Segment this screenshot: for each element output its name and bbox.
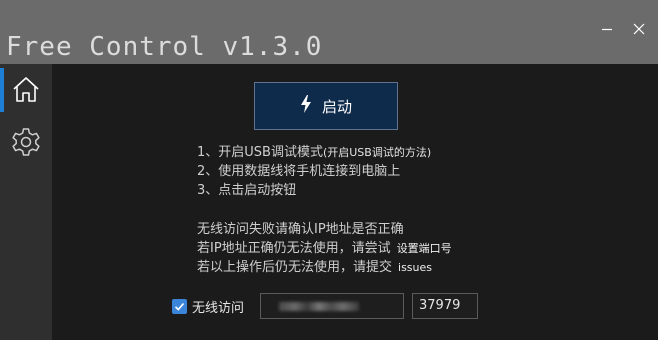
- lightning-icon: [300, 95, 312, 117]
- step-1: 1、开启USB调试模式(开启USB调试的方法): [197, 143, 431, 162]
- wireless-row: 无线访问 37979: [172, 292, 479, 320]
- wireless-tips: 无线访问失败请确认IP地址是否正确 若IP地址正确仍无法使用，请尝试 设置端口号 …: [197, 220, 452, 277]
- minimize-button[interactable]: [598, 20, 616, 38]
- start-button-label: 启动: [321, 97, 352, 116]
- instructions: 1、开启USB调试模式(开启USB调试的方法) 2、使用数据线将手机连接到电脑上…: [197, 143, 431, 200]
- wireless-label[interactable]: 无线访问: [192, 297, 244, 316]
- tip-3: 若以上操作后仍无法使用，请提交 issues: [197, 258, 452, 277]
- main-panel: 启动 1、开启USB调试模式(开启USB调试的方法) 2、使用数据线将手机连接到…: [52, 64, 658, 340]
- step-3: 3、点击启动按钮: [197, 183, 297, 198]
- usb-debug-help-link[interactable]: (开启USB调试的方法): [323, 146, 431, 159]
- wireless-checkbox[interactable]: [172, 297, 187, 316]
- tip-1: 无线访问失败请确认IP地址是否正确: [197, 222, 404, 237]
- step-1-text: 1、开启USB调试模式: [197, 145, 323, 160]
- tip-2-text: 若IP地址正确仍无法使用，请尝试: [197, 241, 391, 256]
- set-port-link[interactable]: 设置端口号: [397, 242, 452, 255]
- gear-icon: [10, 126, 42, 158]
- app-title: Free Control v1.3.0: [6, 32, 323, 62]
- home-icon: [11, 75, 41, 105]
- close-icon: [630, 20, 648, 38]
- step-2: 2、使用数据线将手机连接到电脑上: [197, 164, 401, 179]
- title-bar[interactable]: Free Control v1.3.0: [0, 0, 658, 64]
- close-button[interactable]: [630, 20, 648, 38]
- sidebar-item-home[interactable]: [0, 64, 52, 116]
- issues-link[interactable]: issues: [398, 261, 432, 274]
- start-button[interactable]: 启动: [254, 82, 398, 130]
- port-input[interactable]: 37979: [412, 293, 479, 319]
- tip-3-text: 若以上操作后仍无法使用，请提交: [197, 260, 393, 275]
- sidebar: [0, 64, 52, 340]
- ip-address-blurred: [279, 302, 360, 311]
- sidebar-item-settings[interactable]: [0, 116, 52, 168]
- ip-address-input[interactable]: [260, 293, 405, 319]
- app-window: Free Control v1.3.0 启动 1、开启USB调试模式(开启USB…: [0, 0, 658, 340]
- tip-2: 若IP地址正确仍无法使用，请尝试 设置端口号: [197, 239, 452, 258]
- minimize-icon: [598, 20, 616, 38]
- checkmark-icon: [174, 297, 185, 316]
